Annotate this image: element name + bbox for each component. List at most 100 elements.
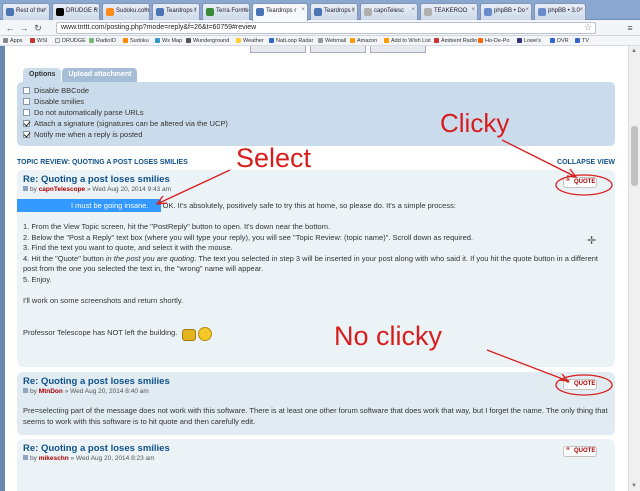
browser-tab[interactable]: Sudoku.com ×	[102, 3, 150, 20]
favicon-icon	[484, 8, 492, 16]
annotation-select: Select	[236, 143, 312, 173]
post-title[interactable]: Re: Quoting a post loses smilies	[23, 174, 609, 186]
form-button[interactable]	[310, 46, 366, 53]
bookmark-item[interactable]: Wx Map	[155, 38, 182, 44]
bookmark-icon	[550, 38, 555, 43]
option-notify-reply: Notify me when a reply is posted	[23, 129, 609, 140]
close-icon[interactable]: ×	[525, 7, 529, 13]
reload-icon[interactable]: ↻	[32, 22, 44, 34]
bookmark-icon	[384, 38, 389, 43]
bookmark-icon	[155, 38, 160, 43]
favicon-icon	[6, 8, 14, 16]
post-author[interactable]: capnTelescope	[39, 186, 85, 193]
close-icon[interactable]: ×	[471, 7, 475, 13]
browser-tab[interactable]: capnTelesc ×	[360, 3, 418, 20]
browser-tab[interactable]: Rest of the ×	[2, 3, 50, 20]
annotation-no-clicky: No clicky	[334, 321, 443, 351]
post-author[interactable]: mikeschn	[39, 455, 69, 462]
bookmark-item[interactable]: Amazon	[350, 38, 377, 44]
close-icon[interactable]: ×	[43, 7, 47, 13]
favicon-icon	[106, 8, 114, 16]
quote-icon: “	[566, 379, 570, 388]
browser-tab[interactable]: phpBB • 3.0 ×	[534, 3, 586, 20]
post-title[interactable]: Re: Quoting a post loses smilies	[23, 376, 609, 388]
scroll-up-icon[interactable]: ▲	[631, 48, 637, 54]
tab-upload-attachment[interactable]: Upload attachment	[62, 68, 138, 82]
checkbox-parse-urls[interactable]	[23, 109, 30, 116]
back-icon[interactable]: ←	[4, 22, 16, 34]
forward-icon[interactable]: →	[18, 22, 30, 34]
bookmark-icon	[269, 38, 274, 43]
form-button[interactable]	[370, 46, 426, 53]
collapse-view-link[interactable]: COLLAPSE VIEW	[557, 159, 615, 166]
bookmark-item[interactable]: TV	[575, 38, 589, 44]
scroll-thumb[interactable]	[631, 126, 638, 186]
close-icon[interactable]: ×	[351, 7, 355, 13]
close-icon[interactable]: ×	[301, 7, 305, 13]
checkbox-attach-signature[interactable]	[23, 120, 30, 127]
tab-options[interactable]: Options	[23, 68, 62, 82]
browser-tab[interactable]: Teardrops r ×	[152, 3, 200, 20]
browser-tab[interactable]: TEAKEROO ×	[420, 3, 478, 20]
bookmark-item[interactable]: Webmail	[318, 38, 346, 44]
post: Re: Quoting a post loses smilies by capn…	[17, 170, 615, 367]
url-input[interactable]: www.tnttt.com/posting.php?mode=reply&f=2…	[56, 22, 596, 34]
bookmark-item[interactable]: Add to Wish List	[384, 38, 431, 44]
scroll-down-icon[interactable]: ▼	[631, 483, 637, 489]
close-icon[interactable]: ×	[579, 7, 583, 13]
bookmark-icon	[89, 38, 94, 43]
bookmark-item[interactable]: DRUDGE	[55, 38, 86, 44]
annotation-clicky: Clicky	[440, 108, 510, 138]
bookmark-icon	[350, 38, 355, 43]
bookmark-icon	[55, 38, 60, 43]
browser-tab[interactable]: Teardrops r ×	[310, 3, 358, 20]
quote-button[interactable]: “QUOTE	[563, 446, 597, 457]
post-body: I must be going insane. OK. It's absolut…	[17, 199, 609, 341]
browser-tab[interactable]: Terra Forme ×	[202, 3, 250, 20]
browser-tab[interactable]: DRUDGE R ×	[52, 3, 100, 20]
favicon-icon	[56, 8, 64, 16]
bookmark-star-icon[interactable]: ☆	[584, 22, 592, 33]
close-icon[interactable]: ×	[93, 7, 97, 13]
option-disable-bbcode: Disable BBCode	[23, 85, 609, 96]
option-attach-signature: Attach a signature (signatures can be al…	[23, 118, 609, 129]
address-bar-row: ← → ↻ www.tnttt.com/posting.php?mode=rep…	[0, 20, 640, 36]
form-button[interactable]	[250, 46, 306, 53]
post-title[interactable]: Re: Quoting a post loses smilies	[23, 443, 609, 455]
quote-icon: “	[566, 177, 570, 186]
bookmark-item[interactable]: Lowe's	[517, 38, 541, 44]
bookmark-item[interactable]: Sudoku	[123, 38, 149, 44]
browser-tab-active[interactable]: Teardrops r ×	[252, 3, 308, 21]
browser-tab[interactable]: phpBB • Do ×	[480, 3, 532, 20]
page-left-border	[0, 46, 5, 491]
checkbox-disable-smilies[interactable]	[23, 98, 30, 105]
bookmark-item[interactable]: NatLoop Radar	[269, 38, 313, 44]
checkbox-disable-bbcode[interactable]	[23, 87, 30, 94]
close-icon[interactable]: ×	[243, 7, 247, 13]
checkbox-notify-reply[interactable]	[23, 131, 30, 138]
bookmark-apps[interactable]: Apps	[3, 38, 23, 44]
option-parse-urls: Do not automatically parse URLs	[23, 107, 609, 118]
bookmark-item[interactable]: WSI	[30, 38, 47, 44]
bookmark-item[interactable]: Wunderground	[186, 38, 229, 44]
option-disable-smilies: Disable smilies	[23, 96, 609, 107]
quote-button[interactable]: “QUOTE	[563, 177, 597, 188]
bookmark-item[interactable]: Ambient Radio	[434, 38, 477, 44]
post-meta: by capnTelescope » Wed Aug 20, 2014 9:43…	[23, 186, 609, 196]
close-icon[interactable]: ×	[193, 7, 197, 13]
apps-icon	[3, 38, 8, 43]
bookmark-item[interactable]: DVR	[550, 38, 569, 44]
post-icon	[23, 388, 28, 393]
close-icon[interactable]: ×	[143, 7, 147, 13]
close-icon[interactable]: ×	[411, 7, 415, 13]
bookmark-item[interactable]: RadioID	[89, 38, 116, 44]
page-scrollbar[interactable]: ▲ ▼	[628, 46, 640, 491]
post-icon	[23, 186, 28, 191]
quote-button[interactable]: “QUOTE	[563, 379, 597, 390]
bookmark-item[interactable]: Ho-De-Po	[478, 38, 509, 44]
menu-icon[interactable]: ≡	[624, 22, 636, 34]
signature: Professor Telescope has NOT left the bui…	[23, 328, 178, 337]
bookmark-item[interactable]: Weather	[236, 38, 264, 44]
topic-review-title: TOPIC REVIEW: QUOTING A POST LOSES SMILI…	[17, 159, 188, 166]
post-author[interactable]: MtnDon	[39, 388, 63, 395]
